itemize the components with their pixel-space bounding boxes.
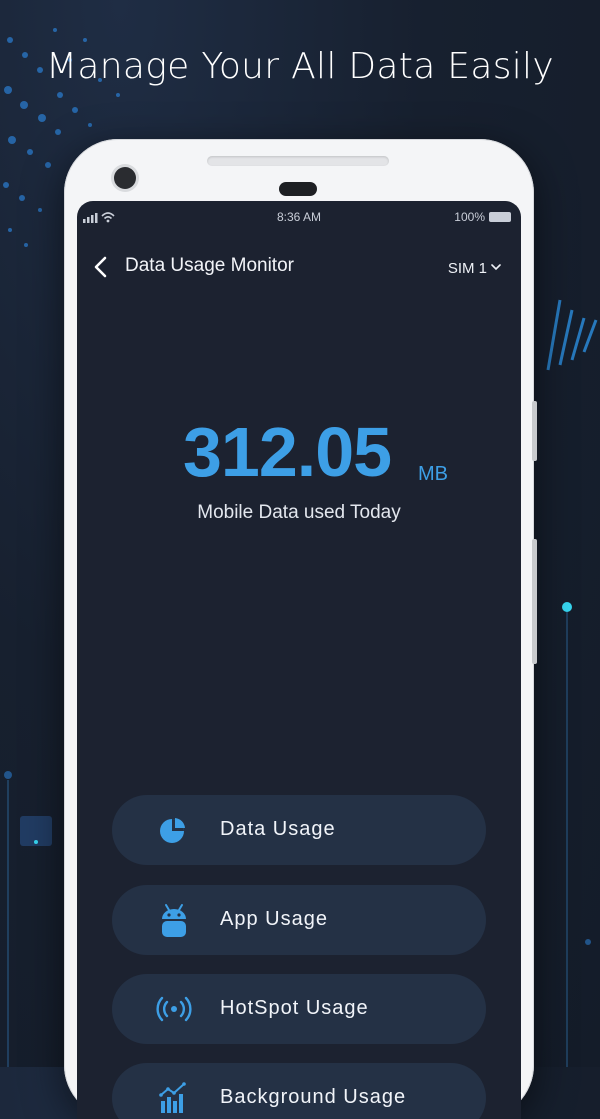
phone-side-button	[532, 401, 537, 461]
pie-chart-icon	[160, 818, 185, 843]
data-usage-label: Data Usage	[220, 818, 336, 840]
hotspot-icon	[156, 996, 192, 1022]
back-arrow-icon[interactable]	[93, 256, 109, 278]
status-bar: 8:36 AM 100%	[77, 209, 521, 227]
usage-unit: MB	[418, 463, 448, 485]
phone-frame: 8:36 AM 100% Data Usage Monitor SIM 1 31…	[64, 139, 537, 1119]
app-usage-label: App Usage	[220, 908, 328, 930]
phone-side-button	[532, 539, 537, 664]
front-camera	[114, 167, 136, 189]
app-screen: 8:36 AM 100% Data Usage Monitor SIM 1 31…	[77, 201, 521, 1119]
hotspot-usage-label: HotSpot Usage	[220, 997, 369, 1019]
background-usage-button[interactable]: Background Usage	[112, 1063, 486, 1119]
bar-chart-icon	[159, 1082, 186, 1113]
hotspot-usage-button[interactable]: HotSpot Usage	[112, 974, 486, 1044]
page-title: Data Usage Monitor	[125, 255, 294, 276]
usage-value: 312.05	[183, 413, 392, 491]
phone-top-bar	[207, 156, 389, 166]
background-usage-label: Background Usage	[220, 1086, 407, 1108]
battery-percent: 100%	[454, 210, 485, 224]
chevron-down-icon[interactable]	[491, 263, 501, 271]
android-icon	[162, 904, 186, 937]
phone-speaker	[279, 182, 317, 196]
sim-selector[interactable]: SIM 1	[448, 260, 487, 277]
data-usage-button[interactable]: Data Usage	[112, 795, 486, 865]
usage-caption: Mobile Data used Today	[197, 502, 401, 523]
battery-icon	[489, 212, 511, 222]
app-bar: Data Usage Monitor SIM 1	[77, 253, 521, 283]
app-usage-button[interactable]: App Usage	[112, 885, 486, 955]
headline: Manage Your All Data Easily	[46, 46, 554, 87]
